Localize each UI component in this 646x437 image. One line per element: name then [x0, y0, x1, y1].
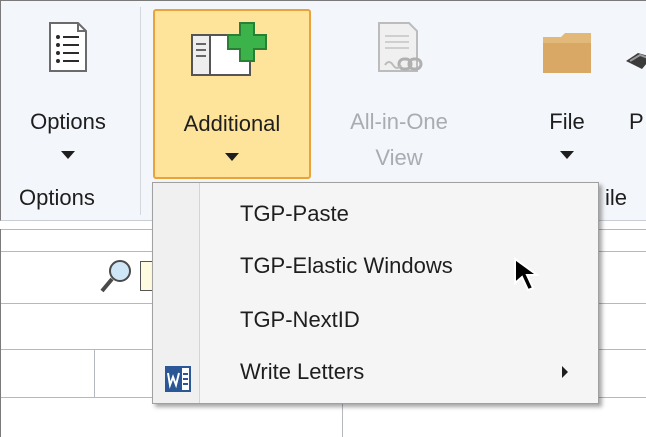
additional-button-label: Additional	[183, 111, 281, 136]
all-in-one-view-label-line1: All-in-One	[350, 109, 448, 134]
partial-button-label: P	[629, 109, 644, 134]
window-add-icon	[188, 21, 276, 85]
options-dropdown-arrow	[61, 151, 75, 159]
print-button-partial[interactable]: P	[621, 7, 646, 177]
menu-item-label: TGP-NextID	[240, 307, 360, 332]
list-icon	[48, 21, 88, 79]
mouse-cursor-icon	[513, 257, 547, 298]
file-button[interactable]: File	[519, 7, 615, 177]
group-separator	[140, 7, 141, 215]
menu-item-label: Write Letters	[240, 359, 365, 384]
all-in-one-view-label-line2: View	[375, 145, 423, 170]
additional-dropdown-arrow	[225, 153, 239, 161]
options-button-label: Options	[30, 109, 106, 134]
folder-icon	[541, 29, 593, 81]
menu-item-tgp-nextid[interactable]: TGP-NextID	[153, 295, 598, 345]
options-group-label: Options	[19, 185, 95, 210]
search-icon[interactable]	[96, 257, 136, 302]
file-dropdown-arrow	[560, 151, 574, 159]
all-in-one-view-button[interactable]: All-in-One View	[331, 7, 467, 177]
menu-item-write-letters[interactable]: Write Letters	[153, 347, 598, 397]
submenu-arrow-icon	[562, 366, 568, 378]
printer-icon	[624, 47, 646, 83]
word-icon	[165, 360, 191, 410]
options-button[interactable]: Options	[9, 7, 127, 177]
document-link-icon	[369, 21, 429, 83]
grid-line	[94, 349, 95, 397]
menu-item-label: TGP-Elastic Windows	[240, 253, 453, 278]
file-button-label: File	[549, 109, 585, 134]
file-group-label-partial: ile	[605, 185, 628, 210]
grid-line	[0, 229, 1, 437]
menu-item-label: TGP-Paste	[240, 201, 349, 226]
additional-button[interactable]: Additional	[153, 9, 311, 179]
menu-item-tgp-paste[interactable]: TGP-Paste	[153, 189, 598, 239]
